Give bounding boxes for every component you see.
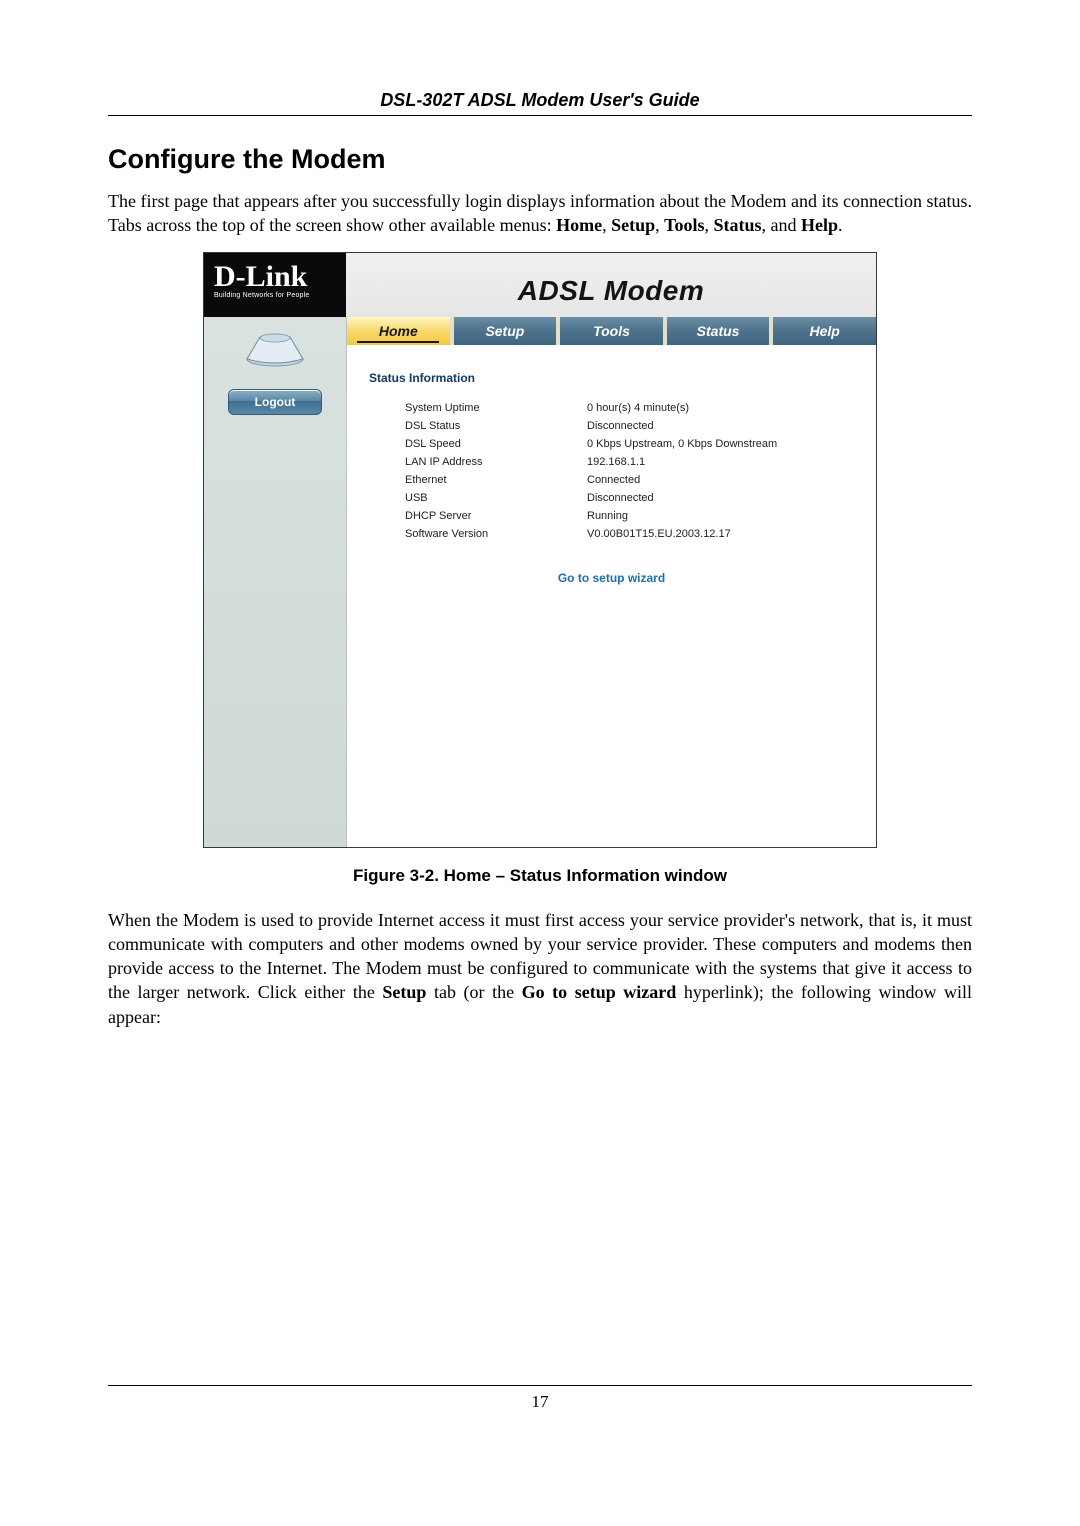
table-row: DHCP ServerRunning [399,507,823,525]
bold-setup-2: Setup [382,982,426,1002]
modem-screenshot: D-Link Building Networks for People ADSL… [203,252,877,848]
dlink-tagline: Building Networks for People [214,292,338,299]
status-value: V0.00B01T15.EU.2003.12.17 [581,525,823,543]
figure-caption: Figure 3-2. Home – Status Information wi… [108,866,972,886]
intro-paragraph: The first page that appears after you su… [108,189,972,238]
paragraph-text: The first page that appears after you su… [108,191,972,235]
modem-icon [240,329,310,369]
header-rule [108,115,972,116]
brand-cell: D-Link Building Networks for People [204,253,346,317]
status-value: Disconnected [581,417,823,435]
table-row: EthernetConnected [399,471,823,489]
product-title: ADSL Modem [518,275,705,307]
table-row: System Uptime0 hour(s) 4 minute(s) [399,399,823,417]
footer-rule [108,1385,972,1386]
dlink-logo: D-Link [214,263,338,290]
tab-bar: Home Setup Tools Status Help [347,317,876,345]
table-row: LAN IP Address192.168.1.1 [399,453,823,471]
table-row: DSL StatusDisconnected [399,417,823,435]
bold-status: Status [713,215,761,235]
status-label: DSL Status [399,417,581,435]
left-panel: Logout [204,317,346,847]
tab-home[interactable]: Home [347,317,454,345]
tab-tools[interactable]: Tools [560,317,667,345]
doc-header: DSL-302T ADSL Modem User's Guide [108,90,972,115]
bold-setup: Setup [611,215,655,235]
section-heading: Configure the Modem [108,144,972,175]
paragraph-text: tab (or the [434,982,522,1002]
tab-help[interactable]: Help [773,317,876,345]
status-label: DHCP Server [399,507,581,525]
status-table: System Uptime0 hour(s) 4 minute(s)DSL St… [399,399,823,543]
status-value: Connected [581,471,823,489]
table-row: USBDisconnected [399,489,823,507]
status-label: System Uptime [399,399,581,417]
bold-tools: Tools [664,215,704,235]
status-label: Software Version [399,525,581,543]
status-value: 0 hour(s) 4 minute(s) [581,399,823,417]
status-value: Disconnected [581,489,823,507]
tab-setup[interactable]: Setup [454,317,561,345]
bold-help: Help [801,215,838,235]
followup-paragraph: When the Modem is used to provide Intern… [108,908,972,1029]
status-value: Running [581,507,823,525]
logout-button[interactable]: Logout [228,389,322,415]
status-label: Ethernet [399,471,581,489]
status-label: DSL Speed [399,435,581,453]
status-value: 192.168.1.1 [581,453,823,471]
setup-wizard-link[interactable]: Go to setup wizard [369,571,854,585]
tab-status[interactable]: Status [667,317,774,345]
bold-wizard-link-text: Go to setup wizard [522,982,677,1002]
page-number: 17 [108,1392,972,1412]
status-value: 0 Kbps Upstream, 0 Kbps Downstream [581,435,823,453]
bold-home: Home [556,215,602,235]
main-panel: Home Setup Tools Status Help Status Info… [346,317,876,847]
status-section-title: Status Information [369,371,854,385]
status-label: LAN IP Address [399,453,581,471]
status-label: USB [399,489,581,507]
table-row: DSL Speed0 Kbps Upstream, 0 Kbps Downstr… [399,435,823,453]
title-cell: ADSL Modem [346,253,876,317]
table-row: Software VersionV0.00B01T15.EU.2003.12.1… [399,525,823,543]
